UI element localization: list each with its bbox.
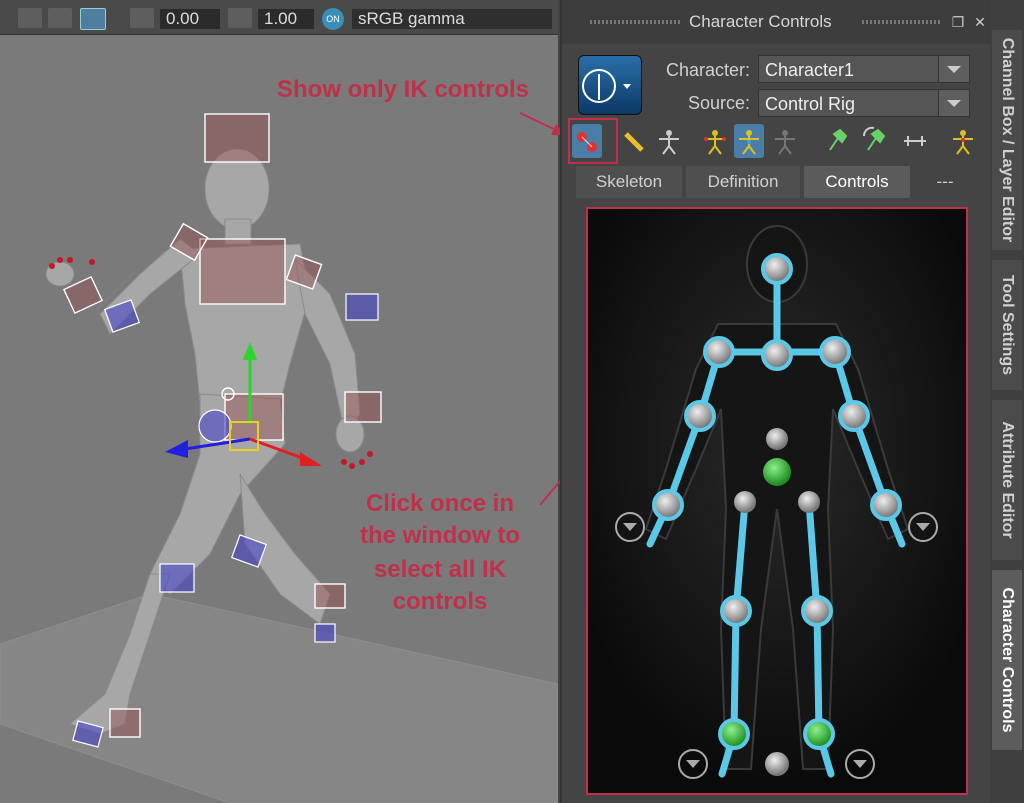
source-select[interactable]: Control Rig — [758, 89, 970, 117]
annotation-click-line4: controls — [392, 588, 488, 615]
ruler-button[interactable] — [620, 124, 650, 158]
tab-character-controls[interactable]: Character Controls — [992, 570, 1022, 750]
viewport-toolbar: 0.00 1.00 ON sRGB gamma — [0, 0, 558, 35]
show-skeleton-icon — [659, 130, 679, 155]
side-tab-bar: Channel Box / Layer Editor Tool Settings… — [990, 0, 1024, 803]
hidden-figure-icon — [775, 130, 795, 155]
color-management-toggle[interactable]: ON — [322, 8, 344, 30]
3d-viewport[interactable]: 0.00 1.00 ON sRGB gamma Show only IK con… — [0, 0, 558, 803]
head-control[interactable] — [761, 253, 793, 285]
character-controls-panel: Character Controls ❐ ✕ Character: Charac… — [560, 0, 992, 803]
tab-tool-settings[interactable]: Tool Settings — [992, 260, 1022, 390]
scene-render[interactable] — [0, 34, 558, 803]
select-fk-icon — [739, 130, 759, 155]
left-knee-control[interactable] — [720, 595, 752, 627]
pin-translate-button[interactable] — [822, 124, 852, 158]
left-shoulder-control[interactable] — [703, 336, 735, 368]
right-elbow-control[interactable] — [838, 400, 870, 432]
panel-title: Character Controls — [689, 12, 832, 31]
full-body-button[interactable] — [948, 124, 978, 158]
right-knee-control[interactable] — [801, 595, 833, 627]
panel-title-bar[interactable]: Character Controls ❐ ✕ — [562, 0, 992, 44]
hik-logo-icon — [582, 69, 631, 103]
grid-icon[interactable] — [18, 8, 42, 28]
character-menu-button[interactable] — [578, 55, 642, 115]
tab-attribute-editor[interactable]: Attribute Editor — [992, 400, 1022, 560]
exposure-icon[interactable] — [130, 8, 154, 28]
left-ankle-control[interactable] — [718, 718, 750, 750]
annotation-show-ik: Show only IK controls — [276, 76, 529, 103]
character-label: Character: — [665, 60, 750, 80]
close-icon[interactable]: ✕ — [970, 12, 990, 32]
tab-controls[interactable]: Controls — [804, 166, 910, 198]
pin-none-button[interactable] — [900, 124, 930, 158]
tab-character-controls-label: Character Controls — [999, 587, 1016, 733]
color-space-select[interactable]: sRGB gamma — [352, 9, 552, 29]
tab-tool-settings-label: Tool Settings — [999, 274, 1016, 376]
pin-none-icon — [904, 136, 926, 146]
tab-attribute-editor-label: Attribute Editor — [999, 421, 1016, 539]
image-plane-icon[interactable] — [80, 8, 106, 30]
character-value: Character1 — [765, 60, 855, 80]
tab-more[interactable]: --- — [914, 166, 976, 198]
floor-plane — [0, 593, 558, 803]
annotation-click-line3: select all IK — [373, 556, 507, 583]
left-elbow-control[interactable] — [684, 400, 716, 432]
right-hip-control[interactable] — [798, 491, 820, 513]
right-ankle-control[interactable] — [803, 718, 835, 750]
chevron-down-icon[interactable] — [938, 90, 969, 116]
figure-view[interactable] — [588, 209, 966, 793]
character-select[interactable]: Character1 — [758, 55, 970, 83]
ruler-icon — [624, 132, 644, 152]
pin-rotate-icon — [863, 126, 886, 151]
chevron-down-icon[interactable] — [938, 56, 969, 82]
hips-control[interactable] — [763, 458, 791, 486]
spine-control[interactable] — [766, 428, 788, 450]
select-all-ik-button[interactable] — [700, 124, 730, 158]
gamma-icon[interactable] — [228, 8, 252, 28]
tab-channel-box-label: Channel Box / Layer Editor — [999, 37, 1016, 243]
pin-rotate-button[interactable] — [860, 124, 890, 158]
source-value: Control Rig — [765, 94, 856, 114]
move-z-arrow[interactable] — [165, 440, 188, 458]
right-shoulder-control[interactable] — [819, 336, 851, 368]
float-window-icon[interactable]: ❐ — [948, 12, 968, 32]
select-fk-button[interactable] — [734, 124, 764, 158]
drag-grip-right[interactable] — [862, 20, 940, 24]
pin-translate-icon — [829, 128, 848, 151]
hidden-figure-button[interactable] — [770, 124, 800, 158]
source-label: Source: — [687, 93, 750, 113]
tab-skeleton[interactable]: Skeleton — [576, 166, 682, 198]
snapshot-icon[interactable] — [48, 8, 72, 28]
annotation-click-line2: the window to — [360, 522, 520, 549]
move-x-arrow[interactable] — [300, 452, 322, 466]
gamma-field[interactable]: 1.00 — [258, 9, 314, 29]
tab-definition[interactable]: Definition — [686, 166, 800, 198]
drag-grip[interactable] — [590, 20, 680, 24]
left-hip-control[interactable] — [734, 491, 756, 513]
full-body-icon — [953, 130, 973, 155]
right-wrist-control[interactable] — [870, 489, 902, 521]
ik-highlight-box — [568, 118, 618, 164]
show-skeleton-button[interactable] — [654, 124, 684, 158]
character-controls-window[interactable] — [586, 207, 968, 795]
tab-channel-box[interactable]: Channel Box / Layer Editor — [992, 30, 1022, 250]
select-all-ik-icon — [704, 130, 726, 155]
annotation-click-line1: Click once in — [365, 490, 515, 517]
chest-control[interactable] — [761, 339, 793, 371]
exposure-field[interactable]: 0.00 — [160, 9, 220, 29]
left-wrist-control[interactable] — [652, 489, 684, 521]
reference-control[interactable] — [765, 752, 789, 776]
